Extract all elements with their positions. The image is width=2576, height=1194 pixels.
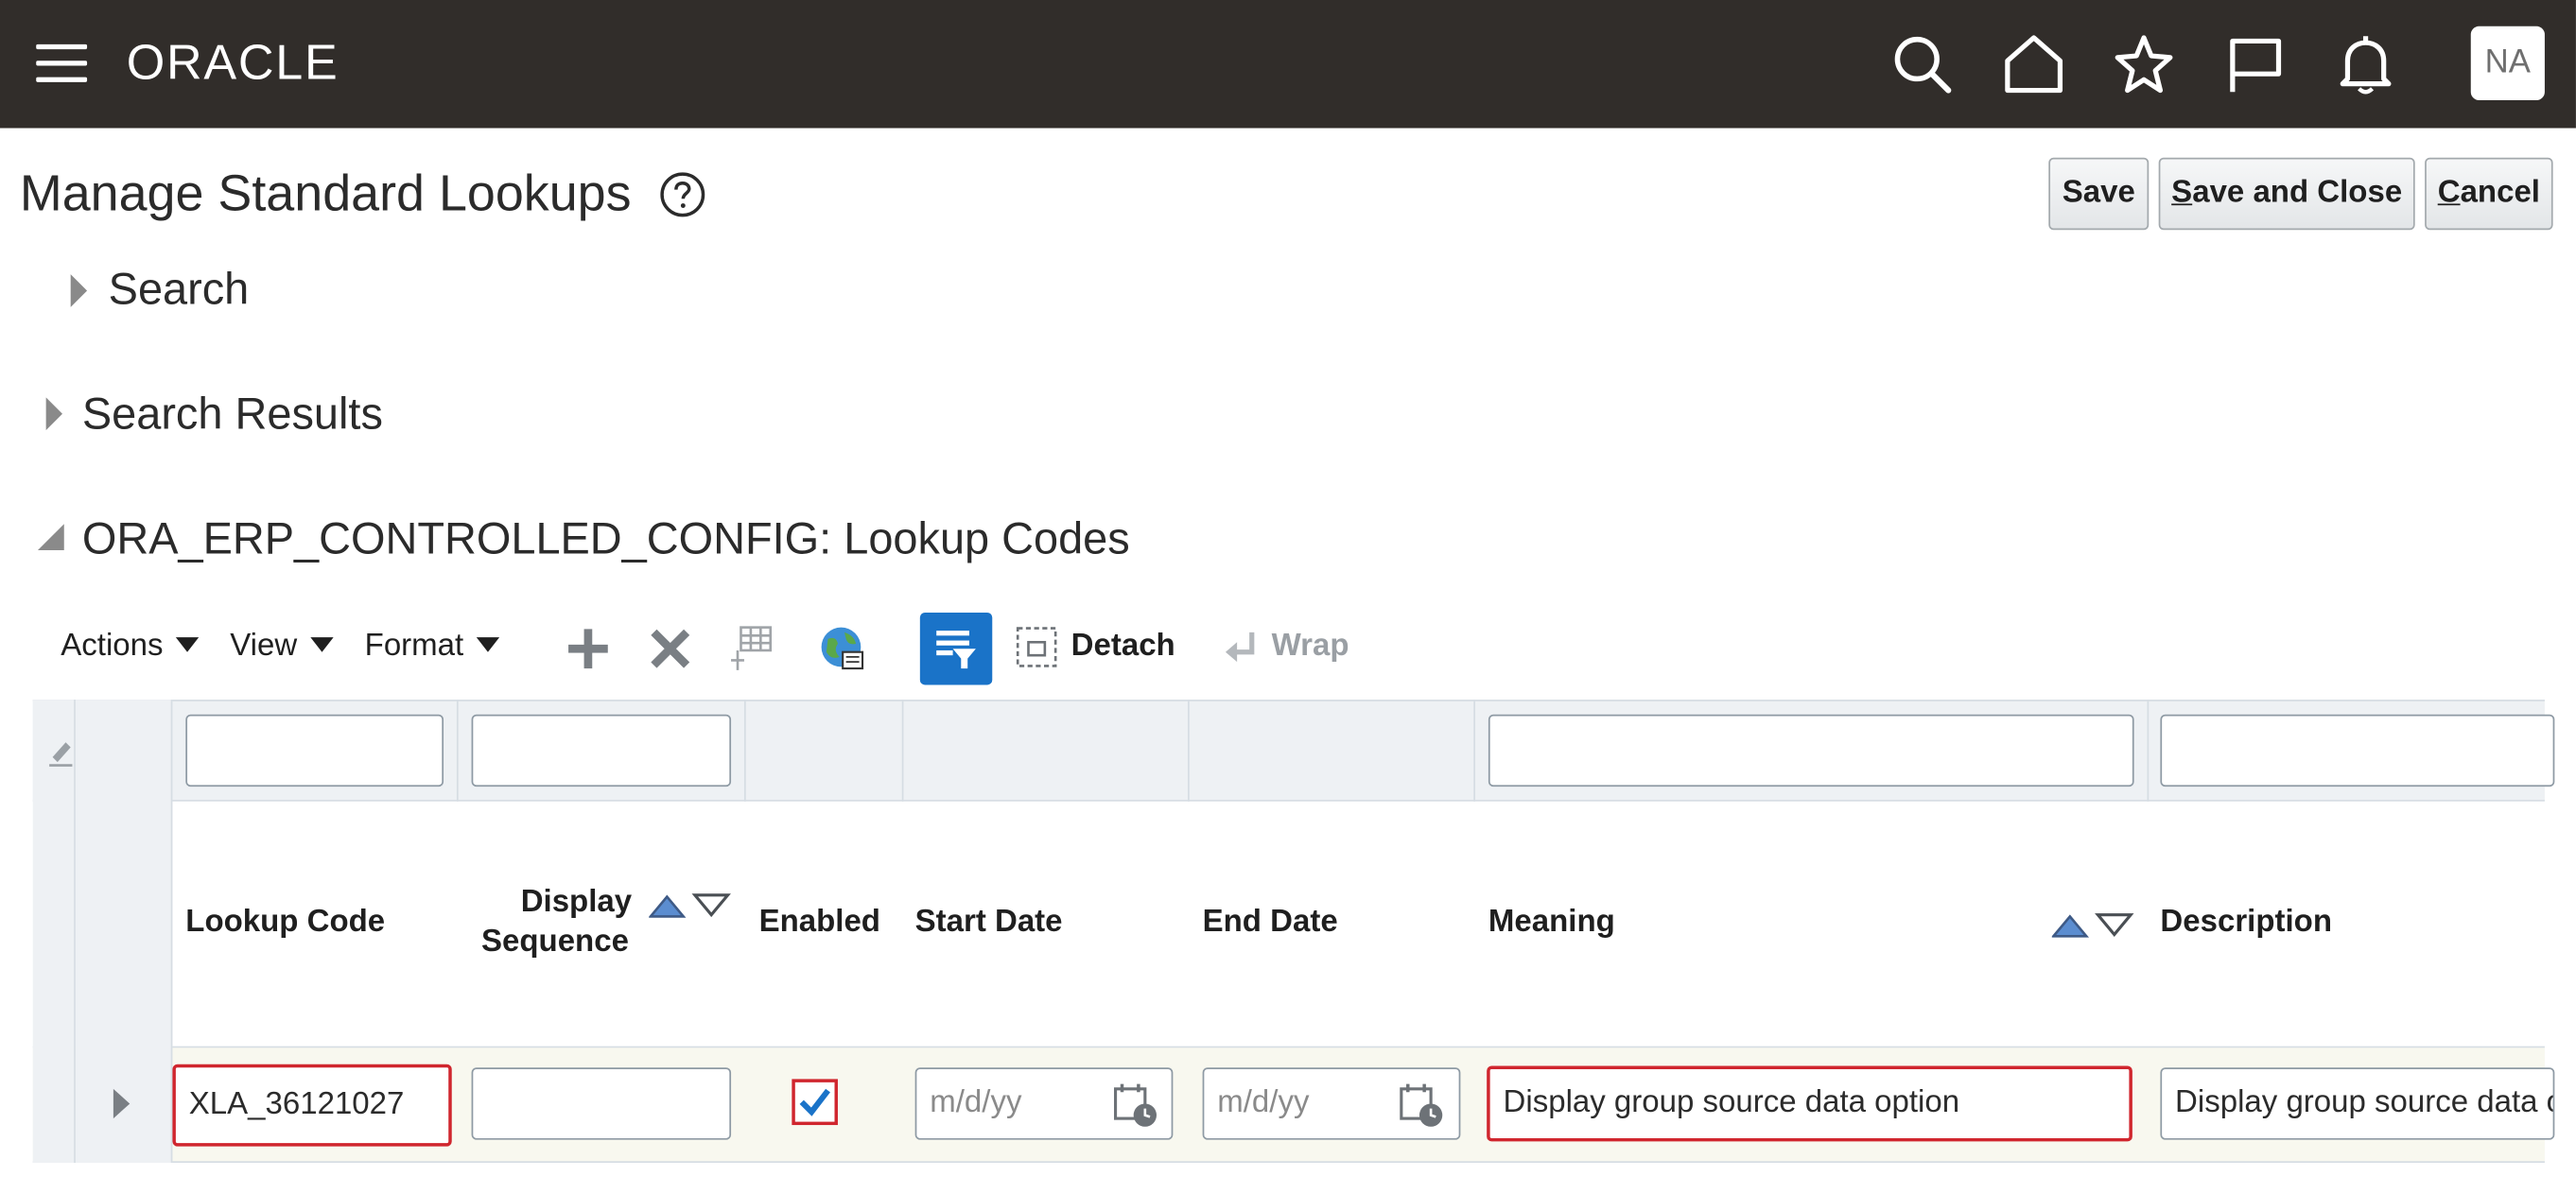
save-button[interactable]: Save xyxy=(2048,157,2150,231)
meaning-filter-input[interactable] xyxy=(1488,714,2134,787)
column-header-display-line2[interactable]: Sequence xyxy=(481,923,629,962)
cancel-mnemonic: C xyxy=(2437,175,2461,211)
column-divider xyxy=(456,700,459,802)
home-icon[interactable] xyxy=(2003,33,2065,95)
favorites-star-icon[interactable] xyxy=(2113,33,2175,95)
flag-icon[interactable] xyxy=(2224,33,2287,95)
view-label: View xyxy=(230,629,298,664)
start-date-placeholder: m/d/yy xyxy=(930,1085,1022,1120)
display-sequence-filter-input[interactable] xyxy=(471,714,732,787)
display-sequence-field[interactable] xyxy=(471,1067,732,1140)
cancel-label-rest: ancel xyxy=(2460,175,2540,211)
lookup-codes-collapse-icon[interactable] xyxy=(36,522,65,560)
search-expand-icon[interactable] xyxy=(69,272,89,317)
chevron-down-icon xyxy=(176,637,200,652)
actions-label: Actions xyxy=(61,629,164,664)
actions-menu[interactable]: Actions xyxy=(61,629,200,665)
calendar-icon[interactable] xyxy=(1398,1082,1444,1136)
user-avatar[interactable]: NA xyxy=(2470,26,2545,100)
global-header: ORACLE NA xyxy=(0,0,2576,129)
detach-icon[interactable] xyxy=(1016,626,1058,677)
lookup-code-filter-input[interactable] xyxy=(185,714,444,787)
clear-filter-icon[interactable] xyxy=(47,737,74,775)
chevron-down-icon xyxy=(477,637,500,652)
query-by-example-button[interactable] xyxy=(919,613,993,685)
column-header-start-date[interactable]: Start Date xyxy=(915,904,1063,943)
format-label: Format xyxy=(364,629,464,664)
chevron-down-icon xyxy=(310,637,334,652)
calendar-icon[interactable] xyxy=(1112,1082,1158,1136)
column-header-meaning[interactable]: Meaning xyxy=(1488,904,1615,943)
page-title: Manage Standard Lookups xyxy=(19,164,632,222)
filter-icon xyxy=(936,631,976,669)
wrap-icon[interactable] xyxy=(1222,629,1262,676)
cancel-button[interactable]: Cancel xyxy=(2425,157,2553,231)
lookup-codes-section-header[interactable]: ORA_ERP_CONTROLLED_CONFIG: Lookup Codes xyxy=(82,514,1130,565)
end-date-placeholder: m/d/yy xyxy=(1217,1085,1310,1120)
save-and-close-button[interactable]: Save and Close xyxy=(2158,157,2415,231)
freeze-columns-icon[interactable] xyxy=(728,624,775,682)
detach-button[interactable]: Detach xyxy=(1071,629,1175,665)
delete-row-icon[interactable] xyxy=(649,628,691,679)
view-menu[interactable]: View xyxy=(230,629,334,665)
column-divider xyxy=(1187,700,1190,802)
checkmark-icon xyxy=(799,1088,830,1116)
lookup-code-field[interactable]: XLA_36121027 xyxy=(172,1064,452,1147)
add-row-icon[interactable] xyxy=(566,628,609,679)
description-field[interactable]: Display group source data option xyxy=(2160,1067,2555,1140)
search-results-expand-icon[interactable] xyxy=(44,396,64,441)
column-divider xyxy=(1473,700,1476,802)
hamburger-menu-icon[interactable] xyxy=(36,43,88,83)
column-divider xyxy=(743,700,746,802)
help-icon[interactable] xyxy=(659,171,706,218)
column-header-display-line1[interactable]: Display xyxy=(521,884,632,924)
translation-globe-icon[interactable] xyxy=(818,624,867,682)
search-icon[interactable] xyxy=(1891,33,1954,95)
sort-descending-icon[interactable] xyxy=(2050,909,2134,947)
search-results-section-header[interactable]: Search Results xyxy=(82,389,383,441)
description-filter-input[interactable] xyxy=(2160,714,2555,787)
sort-ascending-icon[interactable] xyxy=(648,891,731,928)
search-section-header[interactable]: Search xyxy=(109,265,250,316)
wrap-button[interactable]: Wrap xyxy=(1272,629,1349,665)
format-menu[interactable]: Format xyxy=(365,629,500,665)
enabled-checkbox[interactable] xyxy=(792,1079,838,1126)
column-header-enabled[interactable]: Enabled xyxy=(759,904,880,943)
column-header-end-date[interactable]: End Date xyxy=(1203,904,1338,943)
notifications-bell-icon[interactable] xyxy=(2335,33,2397,95)
meaning-field[interactable]: Display group source data option xyxy=(1487,1065,2132,1142)
column-divider xyxy=(901,700,904,802)
save-and-close-label: ave and Close xyxy=(2192,175,2403,211)
save-and-close-mnemonic: S xyxy=(2171,175,2193,211)
column-header-description[interactable]: Description xyxy=(2160,904,2332,943)
oracle-logo: ORACLE xyxy=(126,36,339,91)
row-expand-icon[interactable] xyxy=(112,1087,131,1128)
column-header-lookup-code[interactable]: Lookup Code xyxy=(185,904,385,943)
column-divider xyxy=(2147,700,2150,802)
